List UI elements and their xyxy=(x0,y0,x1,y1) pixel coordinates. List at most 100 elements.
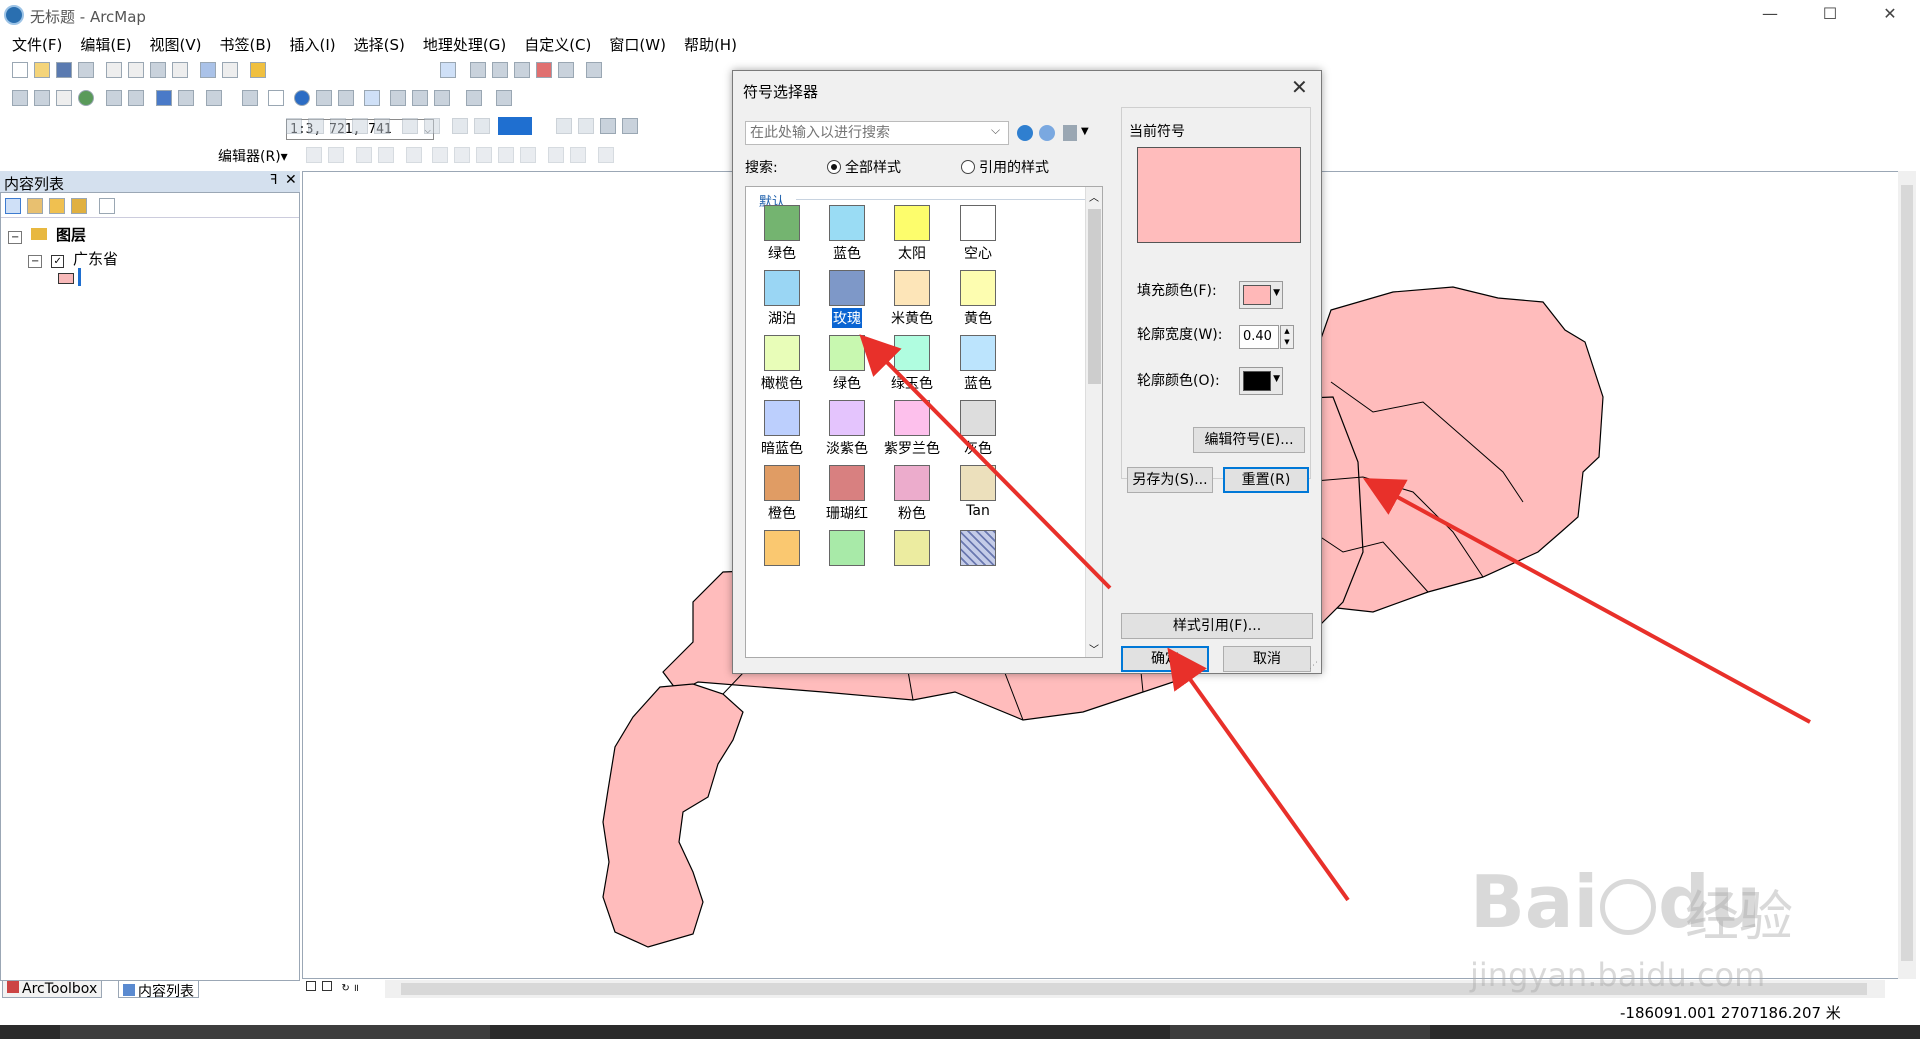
create-features-icon[interactable] xyxy=(598,147,614,163)
edit-symbol-button[interactable]: 编辑符号(E)... xyxy=(1193,427,1305,453)
outline-width-spinner[interactable]: ▲ ▼ xyxy=(1280,325,1294,349)
xy-goto-icon[interactable] xyxy=(434,90,450,106)
scroll-down-icon[interactable]: ﹀ xyxy=(1089,641,1099,656)
tool-icon[interactable] xyxy=(308,118,324,134)
menu-bookmarks[interactable]: 书签(B) xyxy=(214,32,278,57)
viewer-window-icon[interactable] xyxy=(496,90,512,106)
layers-root-row[interactable]: − 图层 xyxy=(8,224,86,245)
fixed-zoom-out-icon[interactable] xyxy=(128,90,144,106)
tab-table-of-contents[interactable]: 内容列表 xyxy=(118,980,199,1000)
ok-button[interactable]: 确定 xyxy=(1121,646,1209,672)
fixed-zoom-in-icon[interactable] xyxy=(106,90,122,106)
layer-symbol-swatch[interactable] xyxy=(58,273,74,284)
scrollbar-thumb[interactable] xyxy=(1088,209,1101,384)
edit-vertices-icon[interactable] xyxy=(432,147,448,163)
resize-grip-icon[interactable]: ⋰ xyxy=(1309,661,1318,671)
tool-icon[interactable] xyxy=(600,118,616,134)
html-popup-icon[interactable] xyxy=(338,90,354,106)
symbol-swatch[interactable] xyxy=(829,205,865,241)
tool-icon[interactable] xyxy=(402,118,418,134)
menu-file[interactable]: 文件(F) xyxy=(6,32,68,57)
scroll-up-icon[interactable]: ︿ xyxy=(1089,189,1099,204)
list-by-visibility-icon[interactable] xyxy=(49,198,65,214)
find-binoculars-icon[interactable] xyxy=(390,90,406,106)
tab-arctoolbox[interactable]: ArcToolbox xyxy=(2,980,103,998)
symbol-swatch[interactable] xyxy=(764,335,800,371)
edit-tool-icon[interactable] xyxy=(306,147,322,163)
tool-icon[interactable] xyxy=(452,118,468,134)
pin-icon[interactable]: ꟻ xyxy=(270,173,277,188)
redo-icon[interactable] xyxy=(222,62,238,78)
editor-toolbar-icon[interactable] xyxy=(440,62,456,78)
search-options-icon[interactable] xyxy=(1039,125,1055,141)
sketch-properties-icon[interactable] xyxy=(570,147,586,163)
pause-icon[interactable]: ॥ xyxy=(353,983,359,994)
visibility-checkbox[interactable]: ✓ xyxy=(51,255,65,268)
symbol-swatch[interactable] xyxy=(764,400,800,436)
tool-icon[interactable] xyxy=(556,118,572,134)
options-icon[interactable] xyxy=(99,198,115,214)
layout-view-icon[interactable] xyxy=(322,981,333,991)
add-data-icon[interactable] xyxy=(250,62,266,78)
save-as-button[interactable]: 另存为(S)... xyxy=(1127,467,1213,493)
fill-color-bar[interactable] xyxy=(498,117,532,135)
select-features-icon[interactable] xyxy=(206,90,222,106)
symbol-swatch-label[interactable]: 玫瑰 xyxy=(832,308,862,328)
endpoint-arc-icon[interactable] xyxy=(378,147,394,163)
undo-icon[interactable] xyxy=(200,62,216,78)
close-button[interactable]: ✕ xyxy=(1860,0,1920,30)
menu-edit[interactable]: 编辑(E) xyxy=(74,32,137,57)
zoom-out-icon[interactable] xyxy=(34,90,50,106)
menu-windows[interactable]: 窗口(W) xyxy=(603,32,672,57)
maximize-button[interactable]: ☐ xyxy=(1800,0,1860,30)
minimize-button[interactable]: — xyxy=(1740,0,1800,30)
cancel-button[interactable]: 取消 xyxy=(1223,646,1311,672)
symbol-swatch-label[interactable]: 黄色 xyxy=(938,308,1018,328)
symbol-swatch[interactable] xyxy=(829,335,865,371)
radio-referenced-styles[interactable] xyxy=(961,160,975,174)
symbol-swatch[interactable] xyxy=(960,270,996,306)
menu-customize[interactable]: 自定义(C) xyxy=(518,32,597,57)
symbol-swatch[interactable] xyxy=(764,205,800,241)
collapse-toggle-icon[interactable]: − xyxy=(8,231,23,244)
cut-polygons-icon[interactable] xyxy=(476,147,492,163)
back-arrow-icon[interactable] xyxy=(156,90,172,106)
attributes-icon[interactable] xyxy=(548,147,564,163)
delete-icon[interactable] xyxy=(172,62,188,78)
route-icon[interactable] xyxy=(412,90,428,106)
editor-menu[interactable]: 编辑器(R)▾ xyxy=(218,146,288,166)
reset-button[interactable]: 重置(R) xyxy=(1223,467,1309,493)
new-document-icon[interactable] xyxy=(12,62,28,78)
list-by-source-icon[interactable] xyxy=(27,198,43,214)
symbol-swatch[interactable] xyxy=(829,270,865,306)
list-by-selection-icon[interactable] xyxy=(71,198,87,214)
save-icon[interactable] xyxy=(56,62,72,78)
layer-row-guangdong[interactable]: − ✓ 广东省 xyxy=(28,248,118,269)
arctoolbox-icon[interactable] xyxy=(536,62,552,78)
search-icon[interactable] xyxy=(1017,125,1033,141)
scrollbar-thumb[interactable] xyxy=(1901,185,1913,961)
split-icon[interactable] xyxy=(498,147,514,163)
tool-icon[interactable] xyxy=(578,118,594,134)
menu-help[interactable]: 帮助(H) xyxy=(678,32,743,57)
outline-color-picker[interactable]: ▼ xyxy=(1239,367,1283,395)
symbol-swatch-label[interactable]: 蓝色 xyxy=(938,373,1018,393)
model-builder-icon[interactable] xyxy=(586,62,602,78)
symbol-swatch[interactable] xyxy=(829,400,865,436)
symbol-swatch[interactable] xyxy=(960,335,996,371)
rotate-icon[interactable] xyxy=(520,147,536,163)
menu-geoprocessing[interactable]: 地理处理(G) xyxy=(417,32,512,57)
symbol-swatch[interactable] xyxy=(960,530,996,566)
layout-view-icon[interactable] xyxy=(364,90,380,106)
full-extent-globe-icon[interactable] xyxy=(78,90,94,106)
outline-width-input[interactable]: 0.40 xyxy=(1239,325,1279,349)
collapse-toggle-icon[interactable]: − xyxy=(28,255,43,268)
list-by-drawing-order-icon[interactable] xyxy=(5,198,21,214)
identify-info-icon[interactable] xyxy=(294,90,310,106)
chevron-down-icon[interactable]: ⌵ xyxy=(991,123,1000,138)
cut-icon[interactable] xyxy=(106,62,122,78)
symbol-swatch[interactable] xyxy=(894,465,930,501)
tool-icon[interactable] xyxy=(424,118,440,134)
trace-icon[interactable] xyxy=(406,147,422,163)
symbol-search-input[interactable] xyxy=(745,121,1009,145)
